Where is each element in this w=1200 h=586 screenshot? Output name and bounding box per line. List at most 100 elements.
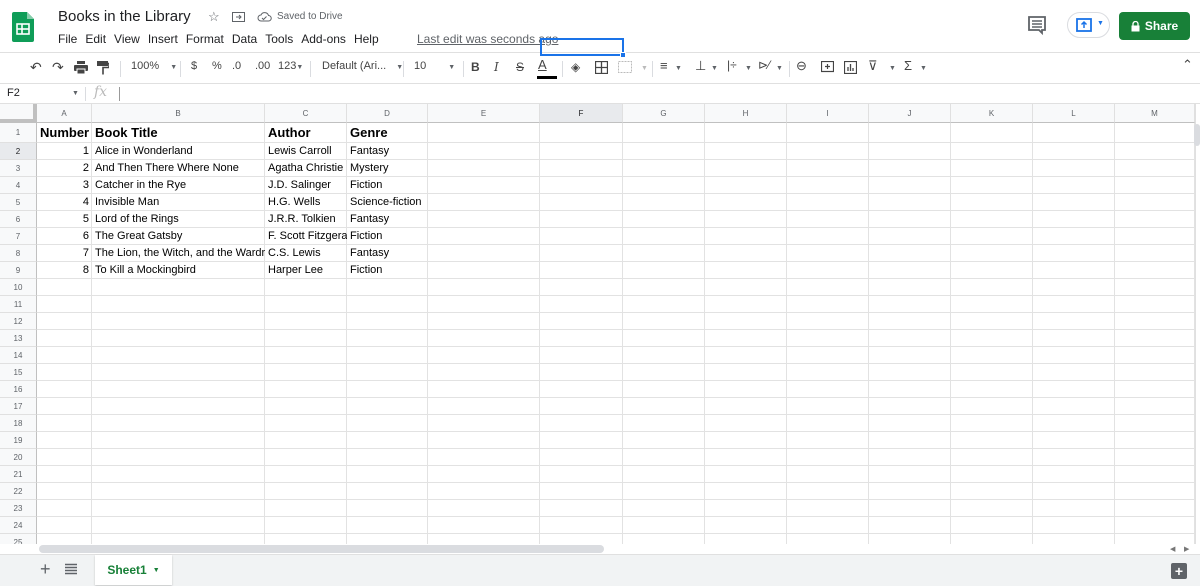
name-box-dropdown-icon[interactable]: ▼ — [72, 90, 79, 97]
data-cell[interactable]: And Then There Where None — [92, 160, 265, 177]
text-wrapping-icon[interactable]: |÷ — [727, 58, 737, 72]
data-cell[interactable]: Lord of the Rings — [92, 211, 265, 228]
present-dropdown-icon[interactable]: ▼ — [1097, 20, 1104, 27]
data-cell[interactable]: 7 — [37, 245, 92, 262]
data-cell[interactable]: 4 — [37, 194, 92, 211]
data-cell[interactable]: Fantasy — [347, 245, 428, 262]
data-cell[interactable]: Agatha Christie — [265, 160, 347, 177]
chevron-down-icon[interactable]: ▼ — [745, 65, 752, 72]
insert-chart-icon[interactable] — [843, 60, 858, 77]
row-header-1[interactable]: 1 — [0, 123, 37, 143]
chevron-down-icon[interactable]: ▼ — [641, 65, 648, 72]
data-cell[interactable]: Fiction — [347, 262, 428, 279]
row-header-22[interactable]: 22 — [0, 483, 37, 500]
column-header-h[interactable]: H — [705, 104, 787, 123]
header-cell[interactable]: Book Title — [92, 123, 265, 143]
borders-icon[interactable] — [594, 60, 609, 77]
data-cell[interactable]: Science-fiction — [347, 194, 428, 211]
header-cell[interactable]: Author — [265, 123, 347, 143]
data-cell[interactable]: H.G. Wells — [265, 194, 347, 211]
paint-format-icon[interactable] — [97, 61, 110, 78]
format-percent-button[interactable]: % — [212, 60, 222, 72]
italic-button[interactable]: I — [494, 60, 499, 74]
all-sheets-button[interactable] — [65, 562, 77, 575]
header-cell[interactable]: Number — [37, 123, 92, 143]
header-cell[interactable]: Genre — [347, 123, 428, 143]
chevron-down-icon[interactable]: ▼ — [675, 65, 682, 72]
menu-view[interactable]: View — [114, 32, 140, 46]
column-header-g[interactable]: G — [623, 104, 705, 123]
data-cell[interactable]: 2 — [37, 160, 92, 177]
document-title[interactable]: Books in the Library — [58, 8, 191, 25]
filter-icon[interactable]: ⊽ — [868, 58, 878, 74]
share-button[interactable]: Share — [1119, 12, 1190, 40]
column-header-k[interactable]: K — [951, 104, 1033, 123]
data-cell[interactable]: C.S. Lewis — [265, 245, 347, 262]
column-header-c[interactable]: C — [265, 104, 347, 123]
data-cell[interactable]: J.D. Salinger — [265, 177, 347, 194]
data-cell[interactable]: Fantasy — [347, 143, 428, 160]
selected-cell-f2[interactable] — [540, 38, 624, 56]
data-cell[interactable]: Fiction — [347, 177, 428, 194]
row-header-4[interactable]: 4 — [0, 177, 37, 194]
more-formats-button[interactable]: 123▼ — [278, 60, 303, 72]
data-cell[interactable]: The Lion, the Witch, and the Wardr — [92, 245, 265, 262]
menu-data[interactable]: Data — [232, 32, 257, 46]
horizontal-scrollbar[interactable] — [39, 545, 604, 553]
column-header-d[interactable]: D — [347, 104, 428, 123]
horizontal-align-icon[interactable]: ≡ — [660, 58, 668, 73]
move-to-folder-icon[interactable] — [232, 10, 245, 25]
column-header-e[interactable]: E — [428, 104, 540, 123]
row-header-8[interactable]: 8 — [0, 245, 37, 262]
data-cell[interactable]: 3 — [37, 177, 92, 194]
row-header-23[interactable]: 23 — [0, 500, 37, 517]
chevron-down-icon[interactable]: ▼ — [920, 65, 927, 72]
cloud-saved-icon[interactable] — [257, 10, 272, 25]
scroll-right-icon[interactable]: ▶ — [1184, 545, 1189, 553]
row-header-18[interactable]: 18 — [0, 415, 37, 432]
data-cell[interactable]: Invisible Man — [92, 194, 265, 211]
collapse-menu-icon[interactable]: ⌃ — [1182, 57, 1193, 73]
star-icon[interactable]: ☆ — [208, 9, 220, 25]
merge-cells-icon[interactable] — [618, 61, 632, 76]
data-cell[interactable]: Alice in Wonderland — [92, 143, 265, 160]
row-header-13[interactable]: 13 — [0, 330, 37, 347]
data-cell[interactable]: 1 — [37, 143, 92, 160]
insert-link-icon[interactable]: ⊖ — [796, 58, 807, 74]
print-icon[interactable] — [74, 61, 88, 77]
chevron-down-icon[interactable]: ▼ — [889, 65, 896, 72]
row-header-2[interactable]: 2 — [0, 143, 37, 160]
fill-color-icon[interactable]: ◈ — [571, 60, 580, 74]
column-header-l[interactable]: L — [1033, 104, 1115, 123]
fill-handle[interactable] — [620, 52, 626, 58]
data-cell[interactable]: F. Scott Fitzgera — [265, 228, 347, 245]
row-header-10[interactable]: 10 — [0, 279, 37, 296]
column-header-f[interactable]: F — [540, 104, 623, 123]
data-cell[interactable]: Lewis Carroll — [265, 143, 347, 160]
data-cell[interactable]: 5 — [37, 211, 92, 228]
row-header-3[interactable]: 3 — [0, 160, 37, 177]
functions-button[interactable]: Σ — [904, 58, 912, 73]
row-header-16[interactable]: 16 — [0, 381, 37, 398]
scroll-left-icon[interactable]: ◀ — [1170, 545, 1175, 553]
insert-comment-icon[interactable] — [820, 60, 835, 77]
data-cell[interactable]: To Kill a Mockingbird — [92, 262, 265, 279]
column-header-i[interactable]: I — [787, 104, 869, 123]
data-cell[interactable]: Fiction — [347, 228, 428, 245]
row-header-9[interactable]: 9 — [0, 262, 37, 279]
bold-button[interactable]: B — [471, 60, 480, 74]
zoom-select[interactable]: 100% ▼ — [131, 60, 177, 72]
chevron-down-icon[interactable]: ▼ — [711, 65, 718, 72]
data-cell[interactable]: J.R.R. Tolkien — [265, 211, 347, 228]
increase-decimal-button[interactable]: .00 — [255, 60, 270, 72]
data-cell[interactable]: 6 — [37, 228, 92, 245]
redo-icon[interactable]: ↷ — [52, 59, 64, 76]
column-header-m[interactable]: M — [1115, 104, 1195, 123]
data-cell[interactable]: 8 — [37, 262, 92, 279]
row-header-14[interactable]: 14 — [0, 347, 37, 364]
data-cell[interactable]: The Great Gatsby — [92, 228, 265, 245]
row-header-7[interactable]: 7 — [0, 228, 37, 245]
add-sheet-button[interactable]: + — [40, 559, 51, 580]
vertical-align-icon[interactable]: ⊥ — [695, 58, 706, 74]
row-header-6[interactable]: 6 — [0, 211, 37, 228]
